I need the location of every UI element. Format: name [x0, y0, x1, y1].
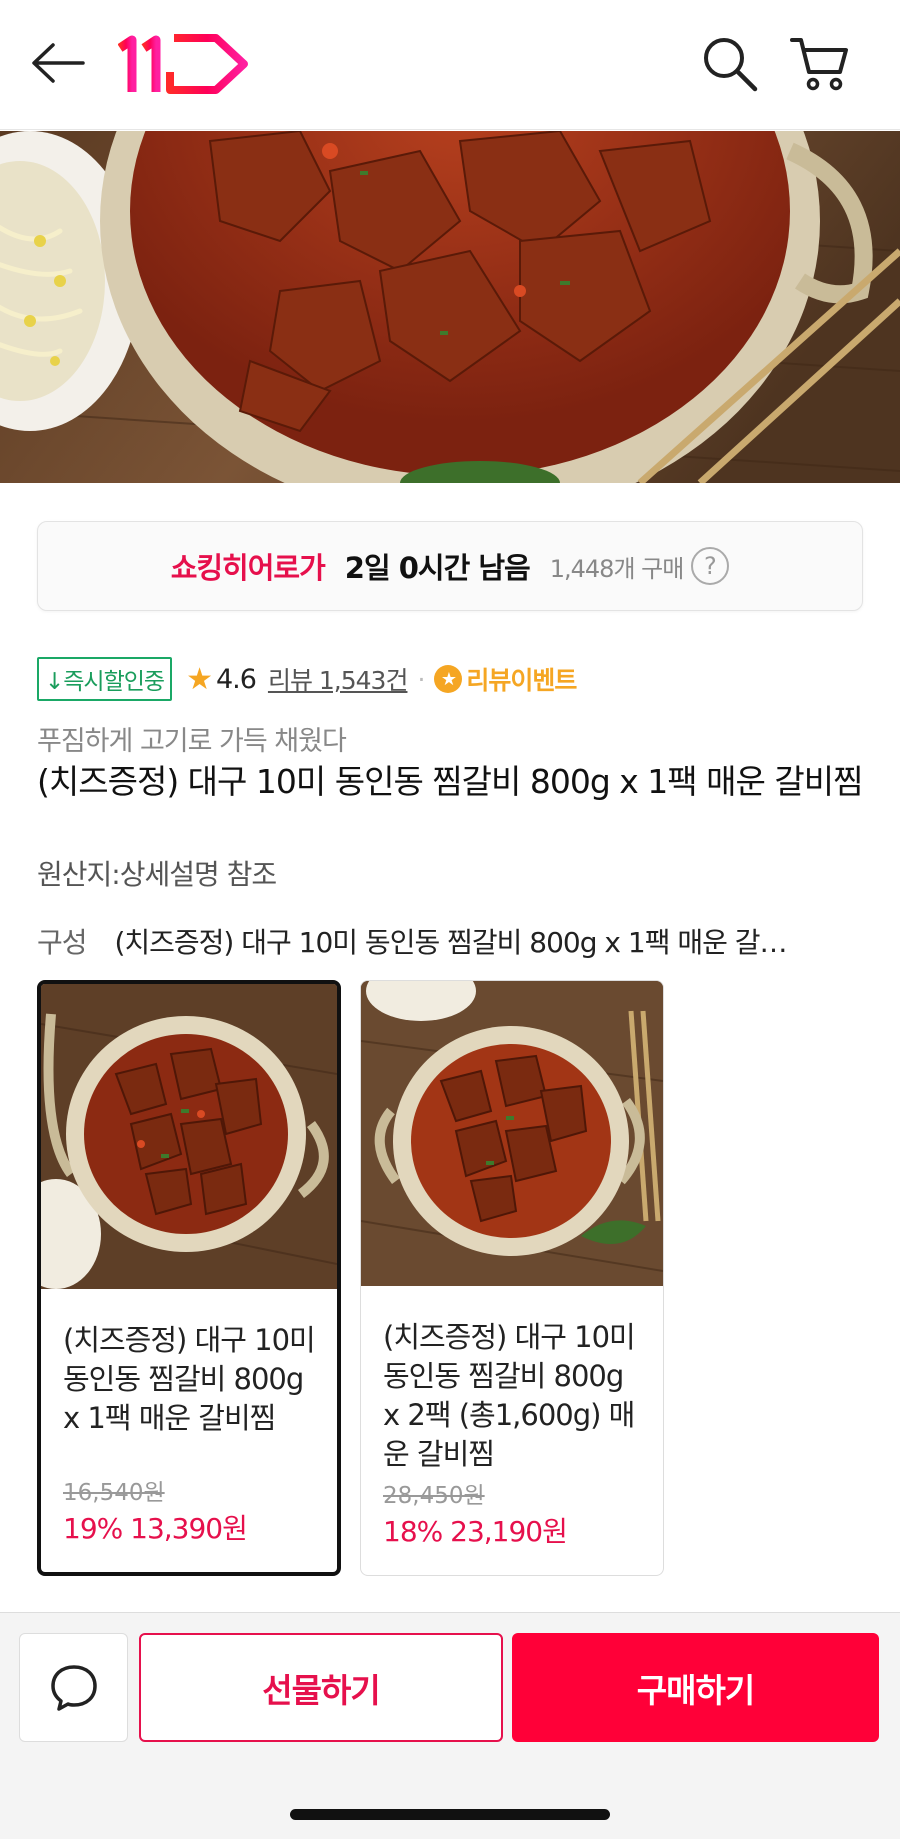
cart-button[interactable]: [790, 34, 850, 94]
product-hero-image[interactable]: [0, 131, 900, 483]
review-event-star-icon: ★: [434, 665, 463, 693]
chat-bubble-icon: [50, 1664, 97, 1711]
review-count-link[interactable]: 리뷰 1,543건: [268, 661, 409, 697]
original-price: 16,540원: [63, 1480, 165, 1506]
option-card-1[interactable]: (치즈증정) 대구 10미 동인동 찜갈비 800g x 1팩 매운 갈비찜 1…: [37, 980, 341, 1576]
time-remaining: 2일 0시간 남음: [344, 551, 531, 585]
option-thumbnail: [361, 981, 663, 1286]
buy-button[interactable]: 구매하기: [512, 1633, 879, 1742]
home-indicator: [290, 1809, 610, 1820]
chat-button[interactable]: [19, 1633, 128, 1742]
review-event-link[interactable]: 리뷰이벤트: [466, 661, 577, 697]
bottom-action-bar: 선물하기 구매하기: [0, 1612, 900, 1839]
product-subtitle: 푸짐하게 고기로 가득 채웠다: [37, 726, 347, 757]
star-icon: ★: [186, 661, 213, 697]
cart-icon: [790, 38, 848, 91]
eleven-street-logo[interactable]: [117, 32, 250, 96]
rating-value: 4.6: [215, 663, 257, 695]
product-origin: 원산지:상세설명 참조: [37, 858, 277, 891]
back-button[interactable]: [28, 38, 88, 88]
search-button[interactable]: [700, 34, 760, 94]
option-selector[interactable]: 구성 (치즈증정) 대구 10미 동인동 찜갈비 800g x 1팩 매운 갈…: [37, 921, 867, 961]
instant-discount-badge: ↓즉시할인중: [37, 657, 173, 701]
option-value: (치즈증정) 대구 10미 동인동 찜갈비 800g x 1팩 매운 갈…: [114, 926, 787, 959]
option-name: (치즈증정) 대구 10미 동인동 찜갈비 800g x 2팩 (총1,600g…: [383, 1320, 636, 1471]
option-name: (치즈증정) 대구 10미 동인동 찜갈비 800g x 1팩 매운 갈비찜: [63, 1323, 316, 1435]
top-header: [0, 0, 900, 130]
option-label: 구성: [37, 926, 88, 959]
gift-button[interactable]: 선물하기: [139, 1633, 503, 1742]
original-price: 28,450원: [383, 1483, 485, 1509]
sale-price: 19% 13,390원: [63, 1512, 248, 1545]
back-arrow-icon: [32, 43, 85, 83]
rating-row: ↓즉시할인중 ★ 4.6 리뷰 1,543건 · ★ 리뷰이벤트: [37, 657, 577, 701]
option-card-2[interactable]: (치즈증정) 대구 10미 동인동 찜갈비 800g x 2팩 (총1,600g…: [360, 980, 664, 1576]
shocking-hero-deal-card[interactable]: 쇼킹히어로가 2일 0시간 남음 1,448개 구매 ?: [37, 521, 863, 611]
search-icon: [704, 38, 758, 92]
product-title: (치즈증정) 대구 10미 동인동 찜갈비 800g x 1팩 매운 갈비찜: [37, 762, 863, 801]
separator-dot: ·: [417, 664, 425, 694]
sale-price: 18% 23,190원: [383, 1515, 568, 1548]
help-icon[interactable]: ?: [691, 547, 730, 585]
deal-brand-label: 쇼킹히어로가: [170, 551, 326, 585]
option-thumbnail: [41, 984, 337, 1289]
purchase-count: 1,448개 구매: [549, 554, 685, 583]
